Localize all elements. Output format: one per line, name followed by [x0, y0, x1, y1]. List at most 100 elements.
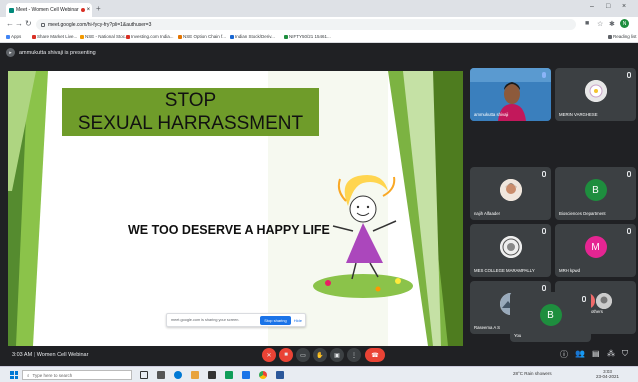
back-arrow-icon[interactable]: ←: [6, 19, 14, 28]
participant-photo: [499, 179, 522, 201]
forward-arrow-icon[interactable]: →: [15, 19, 23, 28]
shared-slide: STOP SEXUAL HARRASSMENT WE TOO DESERVE A…: [8, 71, 463, 346]
bookmark-star-icon[interactable]: ☆: [597, 20, 603, 28]
reading-list-button[interactable]: Reading list: [608, 34, 637, 39]
search-icon: ⌕: [27, 372, 30, 378]
participant-photo: [584, 80, 607, 102]
stop-sharing-button[interactable]: Stop sharing: [260, 315, 291, 325]
tab-close-icon[interactable]: ×: [87, 7, 91, 13]
reload-icon[interactable]: ↻: [25, 19, 32, 28]
clock-date: 23-04-2021: [596, 374, 620, 379]
tab-meet[interactable]: Meet - Women Cell Webinar ×: [6, 3, 92, 17]
participant-name: MERIN VARGHESE: [559, 112, 598, 117]
bookmark-label: Apps: [11, 34, 22, 39]
participant-tile[interactable]: M MRH kpwd: [555, 224, 636, 277]
edge-icon[interactable]: [174, 371, 182, 379]
meet-stage: ▸ ammukutta shivaji is presenting STOP S…: [0, 43, 638, 366]
presenter-label: ammukutta shivaji is presenting: [19, 49, 96, 56]
participant-photo: [499, 236, 522, 258]
participant-tile[interactable]: najih Alfaader: [470, 167, 551, 220]
host-controls-icon[interactable]: ⛉: [622, 349, 628, 359]
people-icon[interactable]: 👥: [575, 349, 585, 358]
word-icon[interactable]: [276, 371, 284, 379]
bookmark-item[interactable]: Share Market Live...: [32, 34, 77, 39]
url-field[interactable]: meet.google.com/hi-fycy-fry?pli=1&authus…: [36, 19, 576, 30]
bookmark-favicon-icon: [126, 34, 130, 39]
bookmark-item[interactable]: NSE Option Chain f...: [178, 34, 226, 39]
bookmark-item[interactable]: Investing.com India...: [126, 34, 174, 39]
search-placeholder: Type here to search: [32, 372, 73, 378]
system-clock[interactable]: 3:03 23-04-2021: [596, 369, 619, 379]
present-now-button[interactable]: ▣: [330, 348, 344, 362]
participant-name: MES COLLEGE MARAMPALLY: [474, 268, 535, 273]
bookmark-label: Investing.com India...: [131, 34, 174, 39]
face-photo-icon: [499, 179, 522, 201]
bookmark-label: Indian Stock/Deriv...: [235, 34, 275, 39]
others-photo: [595, 293, 612, 309]
participant-tile[interactable]: B Biosciences Department: [555, 167, 636, 220]
taskbar-search-input[interactable]: ⌕ Type here to search: [22, 370, 132, 380]
new-tab-button[interactable]: +: [96, 4, 101, 13]
minimize-button[interactable]: –: [590, 3, 594, 10]
close-window-button[interactable]: ×: [622, 3, 626, 10]
raise-hand-button[interactable]: ✋: [313, 348, 327, 362]
bookmark-favicon-icon: [32, 34, 36, 39]
maximize-button[interactable]: □: [606, 3, 610, 10]
cortana-icon[interactable]: [140, 371, 148, 379]
bookmark-label: NSE Option Chain f...: [183, 34, 227, 39]
participant-name: Biosciences Department: [559, 211, 606, 216]
presenter-chip: ▸ ammukutta shivaji is presenting: [6, 48, 96, 57]
bookmark-item[interactable]: Apps: [6, 34, 21, 39]
bookmark-favicon-icon: [178, 34, 182, 39]
speaking-indicator-icon: [542, 72, 546, 78]
meeting-details-icon[interactable]: ⓘ: [560, 349, 568, 360]
task-view-icon[interactable]: [157, 371, 165, 379]
address-bar-row: ← → ↻ meet.google.com/hi-fycy-fry?pli=1&…: [0, 17, 638, 32]
mic-off-icon: [542, 285, 546, 291]
captions-button[interactable]: ▭: [296, 348, 310, 362]
meeting-name: Women Cell Webinar: [36, 352, 89, 358]
bookmark-item[interactable]: Indian Stock/Deriv...: [230, 34, 275, 39]
profile-avatar[interactable]: N: [620, 19, 629, 28]
mic-off-icon: [627, 228, 631, 234]
meeting-time: 3:03 AM: [12, 352, 33, 358]
participant-name: najih Alfaader: [474, 211, 501, 216]
weather-widget[interactable]: 28°C Rain showers: [513, 371, 552, 376]
more-options-button[interactable]: ⋮: [347, 348, 361, 362]
bookmark-label: Share Market Live...: [37, 34, 78, 39]
mail-icon[interactable]: [242, 371, 250, 379]
bookmark-favicon-icon: [284, 34, 288, 39]
flower-image-icon: [584, 80, 607, 102]
mic-off-icon: [627, 72, 631, 78]
browser-tab-bar: Meet - Women Cell Webinar × + – □ ×: [0, 0, 638, 17]
self-name: You: [514, 333, 522, 338]
leave-call-button[interactable]: ☎: [365, 348, 385, 362]
extensions-icon[interactable]: ✱: [609, 20, 615, 28]
file-explorer-icon[interactable]: [191, 371, 199, 379]
activities-icon[interactable]: ⁂: [607, 349, 615, 358]
camera-permission-icon[interactable]: ■: [585, 20, 589, 27]
participant-tile[interactable]: MES COLLEGE MARAMPALLY: [470, 224, 551, 277]
recording-dot-icon: [80, 8, 85, 12]
slide-title-box: STOP SEXUAL HARRASSMENT: [62, 88, 319, 136]
participant-tile[interactable]: MERIN VARGHESE: [555, 68, 636, 121]
bookmark-item[interactable]: NSE - National Stoc...: [80, 34, 129, 39]
hide-share-bar-button[interactable]: Hide: [294, 318, 302, 323]
camera-toggle-button[interactable]: ■: [279, 348, 293, 362]
meeting-info: 3:03 AM | Women Cell Webinar: [12, 352, 88, 358]
chrome-icon[interactable]: [259, 371, 267, 379]
participant-name: ammukutta shivaji: [474, 112, 509, 117]
self-tile[interactable]: B You: [510, 292, 591, 342]
participant-tile[interactable]: ammukutta shivaji: [470, 68, 551, 121]
mic-toggle-button[interactable]: ✕: [262, 348, 276, 362]
store-icon[interactable]: [208, 371, 216, 379]
app-icon[interactable]: [225, 371, 233, 379]
chat-icon[interactable]: ▤: [592, 349, 600, 358]
participant-avatar: M: [584, 236, 607, 258]
tab-title: Meet - Women Cell Webinar: [16, 7, 79, 13]
windows-start-icon[interactable]: [10, 371, 18, 379]
share-notice-text: meet.google.com is sharing your screen.: [171, 318, 240, 322]
bookmark-item[interactable]: NIFTY50/21 15461...: [284, 34, 331, 39]
mic-off-icon: [542, 228, 546, 234]
bookmark-favicon-icon: [6, 34, 10, 39]
